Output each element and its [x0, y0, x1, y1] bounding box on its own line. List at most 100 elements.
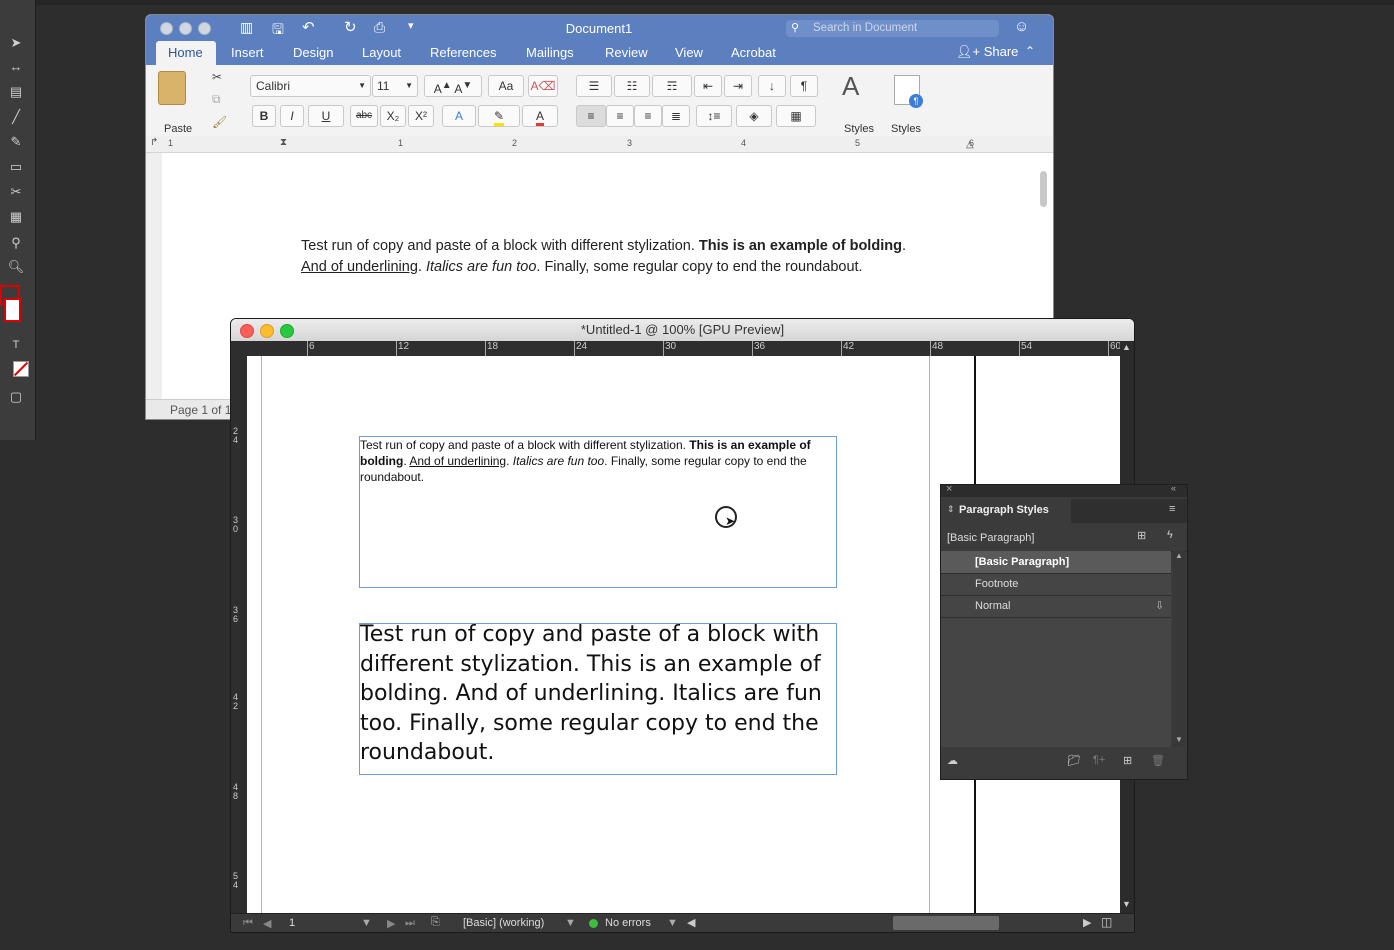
strikethrough-button[interactable]: abc	[350, 105, 378, 127]
clear-overrides-icon[interactable]: ¶+	[1093, 754, 1105, 766]
print-icon[interactable]: ⎙	[374, 19, 385, 36]
panel-drag-bar[interactable]: × «	[941, 483, 1187, 497]
tab-stop-icon[interactable]: ↱	[150, 137, 158, 148]
shading-button[interactable]: ◈	[736, 105, 772, 127]
tab-design[interactable]: Design	[293, 45, 333, 60]
style-item-basic-paragraph[interactable]: [Basic Paragraph]	[941, 551, 1171, 574]
superscript-button[interactable]: X²	[408, 105, 434, 127]
preflight-status[interactable]: No errors	[605, 917, 651, 929]
cut-icon[interactable]: ✂	[212, 70, 222, 84]
font-name-select[interactable]: Calibri ▼	[250, 75, 371, 97]
minimize-window-icon[interactable]	[179, 22, 192, 35]
align-center-button[interactable]: ≡	[606, 105, 634, 127]
format-painter-icon[interactable]: 🖌︎	[212, 115, 227, 129]
highlight-button[interactable]: ✎	[478, 105, 520, 127]
close-panel-icon[interactable]: ×	[946, 483, 952, 495]
subscript-button[interactable]: X₂	[380, 105, 406, 127]
borders-button[interactable]: ▦	[776, 105, 816, 127]
save-icon[interactable]: 🖫︎	[272, 19, 284, 43]
search-box[interactable]: ⚲ Search in Document	[786, 20, 999, 37]
open-document-page-icon[interactable]: ⎘	[431, 916, 440, 929]
customize-toolbar-icon[interactable]: ▾	[408, 19, 414, 32]
font-size-select[interactable]: 11 ▼	[372, 75, 418, 97]
collapse-panel-icon[interactable]: «	[1171, 483, 1176, 493]
copy-icon[interactable]: ⧉	[212, 92, 221, 107]
italic-button[interactable]: I	[280, 105, 304, 127]
content-collector-icon[interactable]: ▤	[6, 83, 26, 101]
paste-icon[interactable]	[158, 71, 186, 105]
horizontal-scrollbar-thumb[interactable]	[893, 916, 999, 930]
quick-apply-icon[interactable]: ϟ	[1167, 529, 1173, 541]
styles-pane-icon[interactable]: ¶	[894, 75, 923, 108]
page-count-status[interactable]: Page 1 of 1	[170, 403, 231, 417]
styles-icon[interactable]: A	[842, 71, 859, 102]
show-formatting-button[interactable]: ¶	[790, 75, 818, 97]
new-style-group-icon[interactable]: 📁︎	[1067, 754, 1081, 767]
tab-layout[interactable]: Layout	[362, 45, 401, 60]
word-horizontal-ruler[interactable]: ↱ 1 ⧗ 1 2 3 4 5 6 △	[146, 136, 1053, 153]
cc-libraries-icon[interactable]: ☁	[947, 754, 958, 767]
bold-button[interactable]: B	[252, 105, 276, 127]
font-color-button[interactable]: A	[522, 105, 558, 127]
create-style-from-selection-icon[interactable]: ⊞	[1137, 529, 1146, 542]
justify-button[interactable]: ≣	[662, 105, 690, 127]
clear-formatting-icon[interactable]: A⌫	[528, 75, 558, 97]
tab-insert[interactable]: Insert	[231, 45, 264, 60]
close-window-icon[interactable]	[160, 22, 173, 35]
page-menu-icon[interactable]: ▼	[361, 917, 372, 929]
selection-tool-icon[interactable]: ➤	[6, 34, 26, 52]
tab-home[interactable]: Home	[156, 41, 216, 65]
sort-button[interactable]: ↓	[758, 75, 786, 97]
text-frame-small[interactable]: Test run of copy and paste of a block wi…	[359, 436, 837, 588]
gap-tool-icon[interactable]: ↔	[6, 58, 26, 76]
word-vertical-ruler[interactable]	[146, 153, 163, 403]
tab-acrobat[interactable]: Acrobat	[731, 45, 776, 60]
text-frame-large[interactable]: Test run of copy and paste of a block wi…	[359, 622, 837, 775]
first-page-icon[interactable]: ⏮	[243, 917, 253, 930]
tab-review[interactable]: Review	[605, 45, 648, 60]
chevron-down-icon[interactable]: ▼	[667, 917, 678, 929]
redo-icon[interactable]: ↻	[344, 18, 357, 36]
line-tool-icon[interactable]: ╱	[6, 108, 26, 126]
smiley-feedback-icon[interactable]: ☺	[1014, 18, 1029, 35]
indesign-vertical-ruler[interactable]: 2 4 3 0 3 6 4 2 4 8 5 4	[231, 341, 247, 913]
zoom-window-icon[interactable]	[198, 22, 211, 35]
scissors-tool-icon[interactable]: ✂	[6, 183, 26, 201]
grow-shrink-font-buttons[interactable]: A▲ A▼	[424, 75, 482, 97]
split-window-icon[interactable]: ◫	[1101, 915, 1112, 929]
page-number-field[interactable]: 1	[289, 917, 295, 929]
gradient-tool-icon[interactable]: ▦	[6, 208, 26, 226]
share-button[interactable]: 👤︎+ Share	[956, 44, 1018, 60]
pen-tool-icon[interactable]: ✎	[6, 133, 26, 151]
line-spacing-button[interactable]: ↕≡	[696, 105, 732, 127]
scroll-up-icon[interactable]: ▲	[1175, 551, 1183, 560]
panel-tab[interactable]: ⇕ Paragraph Styles	[941, 499, 1071, 523]
delete-style-icon[interactable]: 🗑︎	[1151, 754, 1165, 767]
align-right-button[interactable]: ≡	[634, 105, 662, 127]
indesign-horizontal-ruler[interactable]: 6 12 18 24 30 36 42 48 54 60	[247, 341, 1121, 356]
numbering-button[interactable]: ☷	[614, 75, 650, 97]
multilevel-list-button[interactable]: ☶	[652, 75, 692, 97]
new-style-icon[interactable]: ⊞	[1123, 754, 1132, 767]
previous-page-icon[interactable]: ◀	[263, 917, 271, 930]
tab-view[interactable]: View	[675, 45, 703, 60]
style-item-footnote[interactable]: Footnote	[941, 573, 1171, 596]
panel-menu-icon[interactable]: ≡	[1169, 503, 1175, 515]
eyedropper-tool-icon[interactable]: ⚲	[6, 234, 26, 252]
align-left-button[interactable]: ≡	[576, 105, 606, 127]
scroll-right-icon[interactable]: ▶	[1083, 916, 1091, 929]
rectangle-tool-icon[interactable]: ▭	[6, 158, 26, 176]
scroll-left-icon[interactable]: ◀	[687, 916, 695, 929]
scroll-down-icon[interactable]: ▼	[1175, 735, 1183, 744]
scroll-down-icon[interactable]: ▼	[1122, 899, 1131, 909]
indent-marker-icon[interactable]: ⧗	[280, 137, 287, 148]
sidebar-icon[interactable]: ▥	[240, 19, 253, 36]
bullets-button[interactable]: ☰	[576, 75, 612, 97]
text-effects-button[interactable]: A	[442, 105, 476, 127]
preflight-profile[interactable]: [Basic] (working)	[463, 917, 544, 929]
change-case-button[interactable]: Aa	[488, 75, 524, 97]
zoom-tool-icon[interactable]: 🔍︎	[6, 258, 26, 276]
tab-mailings[interactable]: Mailings	[526, 45, 574, 60]
undo-icon[interactable]: ↶	[302, 18, 315, 36]
last-page-icon[interactable]: ⏭	[405, 917, 415, 930]
